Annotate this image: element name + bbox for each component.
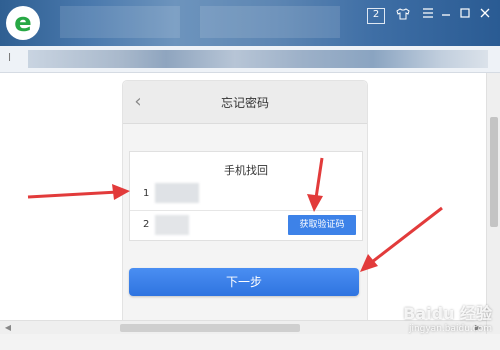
browser-titlebar: e 2 [0,0,500,46]
get-code-button[interactable]: 获取验证码 [288,215,356,235]
forgot-password-panel: ‹ 忘记密码 手机找回 1 2 获取验证码 下一步 [122,80,368,332]
page-title: 忘记密码 [220,96,269,110]
watermark-url: jingyan.baidu.com [408,324,492,334]
page-icon: l [8,51,12,64]
address-bar[interactable]: l [0,46,500,73]
logo-glyph: e [14,8,32,38]
phone-input-row[interactable]: 1 [130,178,362,211]
blurred-phone-number [155,183,199,203]
blurred-tabs [200,6,340,38]
baidu-watermark: Baidu 经验 jingyan.baidu.com [366,300,496,344]
vertical-scrollbar[interactable] [486,73,500,335]
maximize-icon[interactable] [457,8,473,22]
blurred-code [155,215,189,235]
minimize-icon[interactable] [438,8,454,22]
skin-icon[interactable] [395,8,411,22]
phone-field[interactable]: 1 [143,188,149,199]
blurred-tabs [60,6,180,38]
scrollbar-thumb[interactable] [120,324,300,332]
card-title: 手机找回 [224,164,268,177]
watermark-brand: Baidu 经验 [403,304,492,323]
scroll-left-icon[interactable]: ◀ [2,322,14,334]
phone-recovery-card: 手机找回 1 2 获取验证码 [129,151,363,241]
close-icon[interactable] [477,8,493,22]
tab-count-badge[interactable]: 2 [367,8,385,24]
blurred-url [28,50,488,68]
code-input-row[interactable]: 2 获取验证码 [130,211,362,239]
menu-icon[interactable] [420,8,436,22]
scrollbar-thumb[interactable] [490,117,498,227]
next-step-button[interactable]: 下一步 [129,268,359,296]
browser-e-logo-icon[interactable]: e [6,6,40,40]
verification-code-field[interactable]: 2 [143,219,149,230]
panel-header: ‹ 忘记密码 [123,81,367,124]
